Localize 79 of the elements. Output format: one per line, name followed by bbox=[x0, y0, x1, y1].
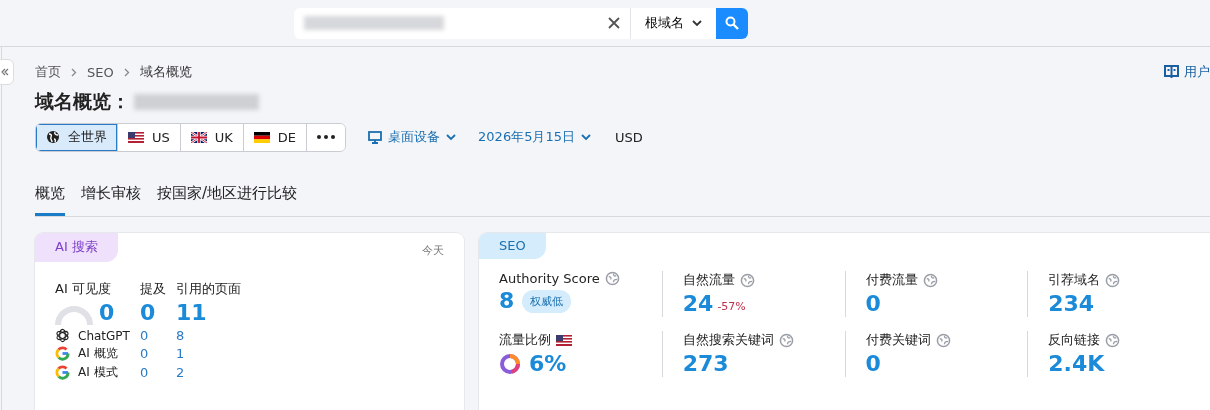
clear-icon[interactable] bbox=[608, 17, 620, 29]
metric-value: 0 bbox=[139, 300, 157, 326]
metric-label: 流量比例 bbox=[499, 331, 551, 349]
double-chevron-left-icon bbox=[1, 68, 9, 76]
metric-value: 234 bbox=[1048, 291, 1095, 317]
metric-label: 提及 bbox=[139, 280, 166, 298]
info-icon[interactable] bbox=[778, 332, 794, 348]
metric-value: 0 bbox=[865, 291, 881, 317]
metric-value: 6% bbox=[529, 351, 567, 377]
chevron-down-icon bbox=[580, 133, 591, 141]
metric-value: 273 bbox=[682, 351, 729, 377]
metric-label: Authority Score bbox=[499, 271, 600, 286]
breadcrumb-item: 域名概览 bbox=[139, 63, 192, 81]
gauge-icon bbox=[55, 306, 93, 326]
device-dropdown[interactable]: 桌面设备 bbox=[368, 128, 457, 146]
breadcrumb-item[interactable]: SEO bbox=[87, 64, 114, 80]
tab[interactable]: 增长审核 bbox=[81, 182, 141, 216]
source-name: AI 概览 bbox=[78, 345, 118, 362]
chevron-icon bbox=[71, 67, 77, 77]
google-icon bbox=[55, 365, 70, 380]
metric-label: 付费流量 bbox=[865, 271, 918, 289]
card-badge: AI 搜索 bbox=[35, 233, 118, 262]
monitor-icon bbox=[368, 130, 383, 144]
pages-count: 8 bbox=[175, 328, 186, 343]
metric-value: 11 bbox=[175, 300, 208, 326]
metric-label: 自然搜索关键词 bbox=[682, 331, 774, 349]
chatgpt-icon bbox=[55, 328, 70, 343]
info-icon[interactable] bbox=[1105, 332, 1121, 348]
donut-icon bbox=[499, 353, 521, 375]
germany-flag-icon bbox=[253, 131, 270, 143]
info-icon[interactable] bbox=[604, 271, 620, 286]
mentions-count: 0 bbox=[139, 365, 150, 380]
change-percent: -57% bbox=[717, 300, 746, 313]
search-field[interactable]: 根域名 bbox=[294, 7, 748, 39]
currency-label: USD bbox=[614, 129, 643, 145]
card-badge: SEO bbox=[479, 233, 546, 259]
user-guide-link[interactable]: 用户 bbox=[1164, 63, 1210, 81]
search-icon bbox=[725, 16, 739, 30]
info-icon[interactable] bbox=[1105, 272, 1121, 288]
us-flag-icon bbox=[556, 334, 572, 346]
metric-label: 反向链接 bbox=[1048, 331, 1101, 349]
uk-flag-icon bbox=[190, 131, 207, 143]
info-icon[interactable] bbox=[935, 332, 951, 348]
metric-label: 引用的页面 bbox=[175, 280, 241, 298]
chevron-icon bbox=[123, 67, 130, 77]
google-icon bbox=[55, 346, 70, 361]
tab[interactable]: 概览 bbox=[35, 182, 65, 216]
metric-value: 0 bbox=[865, 351, 881, 377]
date-dropdown[interactable]: 2026年5月15日 bbox=[478, 128, 591, 146]
metric-label: AI 可见度 bbox=[55, 280, 112, 298]
metric-value: 24 bbox=[682, 291, 714, 317]
metric-label: 自然流量 bbox=[682, 271, 735, 289]
source-name: ChatGPT bbox=[78, 328, 130, 343]
source-name: AI 模式 bbox=[78, 364, 118, 381]
us-flag-icon bbox=[128, 131, 144, 143]
breadcrumb-item[interactable]: 首页 bbox=[35, 63, 61, 81]
pages-count: 2 bbox=[175, 365, 186, 380]
metric-label: 付费关键词 bbox=[865, 331, 931, 349]
info-icon[interactable] bbox=[739, 272, 755, 288]
metric-value: 2.4K bbox=[1048, 351, 1105, 377]
region-button[interactable]: 全世界 bbox=[36, 123, 118, 151]
tab[interactable]: 按国家/地区进行比较 bbox=[157, 182, 298, 216]
info-icon[interactable] bbox=[922, 272, 938, 288]
chevron-down-icon bbox=[446, 133, 457, 141]
period-label: 今天 bbox=[422, 243, 444, 258]
metric-label: 引荐域名 bbox=[1048, 271, 1101, 289]
metric-value: 0 bbox=[99, 300, 115, 326]
globe-icon bbox=[46, 130, 60, 144]
mentions-count: 0 bbox=[139, 346, 150, 361]
metric-value: 8 bbox=[499, 288, 515, 314]
more-icon bbox=[317, 135, 336, 139]
mentions-count: 0 bbox=[139, 328, 150, 343]
page-title: 域名概览： bbox=[35, 89, 130, 114]
authority-tag: 权威低 bbox=[522, 289, 572, 313]
book-icon bbox=[1164, 65, 1179, 79]
search-button[interactable] bbox=[716, 7, 748, 39]
chevron-down-icon bbox=[692, 19, 702, 27]
pages-count: 1 bbox=[175, 346, 186, 361]
collapse-button[interactable] bbox=[0, 59, 14, 85]
